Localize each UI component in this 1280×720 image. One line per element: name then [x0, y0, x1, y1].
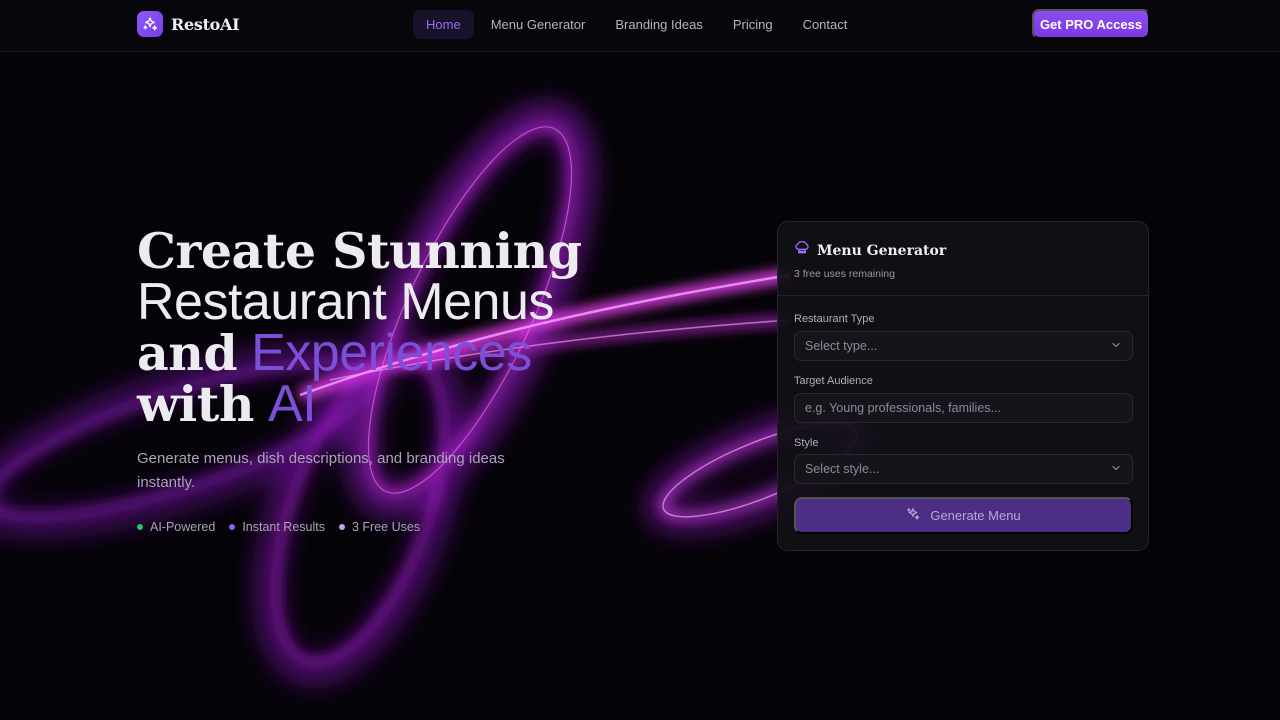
headline-line-1: Create Stunning — [137, 222, 582, 280]
chevron-down-icon — [1110, 462, 1122, 477]
nav-item-home[interactable]: Home — [413, 10, 474, 39]
nav-item-branding-ideas[interactable]: Branding Ideas — [602, 10, 715, 39]
headline-line-2: Restaurant Menus — [137, 273, 554, 331]
sparkles-icon — [137, 11, 163, 37]
feature-item: 3 Free Uses — [339, 520, 420, 534]
feature-dot-purple — [229, 524, 236, 530]
feature-item: AI-Powered — [137, 520, 215, 534]
target-audience-input[interactable] — [805, 401, 1122, 415]
nav-item-menu-generator[interactable]: Menu Generator — [478, 10, 599, 39]
style-label: Style — [794, 437, 819, 449]
target-audience-field — [794, 393, 1133, 423]
top-navigation-bar: RestoAI Home Menu Generator Branding Ide… — [0, 0, 1280, 52]
brand-name: RestoAI — [171, 14, 240, 34]
main-nav: Home Menu Generator Branding Ideas Prici… — [413, 10, 864, 39]
chef-hat-icon — [794, 240, 810, 261]
nav-item-pricing[interactable]: Pricing — [720, 10, 786, 39]
get-pro-access-button[interactable]: Get PRO Access — [1032, 9, 1150, 39]
card-title: Menu Generator — [817, 242, 947, 259]
style-value: Select style... — [805, 462, 880, 476]
feature-label: AI-Powered — [150, 520, 216, 534]
generate-menu-button[interactable]: Generate Menu — [794, 497, 1133, 534]
target-audience-label: Target Audience — [794, 375, 873, 387]
card-header: Menu Generator 3 free uses remaining — [778, 222, 1148, 296]
feature-label: 3 Free Uses — [352, 520, 421, 534]
restaurant-type-label: Restaurant Type — [794, 313, 875, 325]
feature-label: Instant Results — [242, 520, 325, 534]
free-uses-remaining: 3 free uses remaining — [794, 268, 895, 280]
headline-word-with: with — [137, 375, 255, 433]
restaurant-type-select[interactable]: Select type... — [794, 331, 1133, 361]
feature-list: AI-Powered Instant Results 3 Free Uses — [137, 520, 582, 534]
card-title-row: Menu Generator — [794, 240, 1132, 261]
hero-headline: Create Stunning Restaurant Menus and Exp… — [137, 226, 582, 433]
hero-section: Create Stunning Restaurant Menus and Exp… — [137, 226, 582, 534]
headline-accent-ai: AI — [268, 375, 317, 433]
hero-subtitle: Generate menus, dish descriptions, and b… — [137, 450, 505, 491]
feature-item: Instant Results — [229, 520, 325, 534]
chevron-down-icon — [1110, 339, 1122, 354]
menu-generator-card: Menu Generator 3 free uses remaining Res… — [777, 221, 1149, 551]
feature-dot-lavender — [339, 524, 345, 530]
headline-word-and: and — [137, 324, 238, 382]
restaurant-type-value: Select type... — [805, 339, 878, 353]
sparkles-icon — [906, 507, 920, 524]
generate-menu-label: Generate Menu — [930, 508, 1021, 523]
feature-dot-green — [137, 524, 143, 530]
nav-item-contact[interactable]: Contact — [790, 10, 861, 39]
brand-logo[interactable]: RestoAI — [137, 11, 240, 37]
headline-accent-experiences: Experiences — [251, 324, 532, 382]
style-select[interactable]: Select style... — [794, 454, 1133, 484]
